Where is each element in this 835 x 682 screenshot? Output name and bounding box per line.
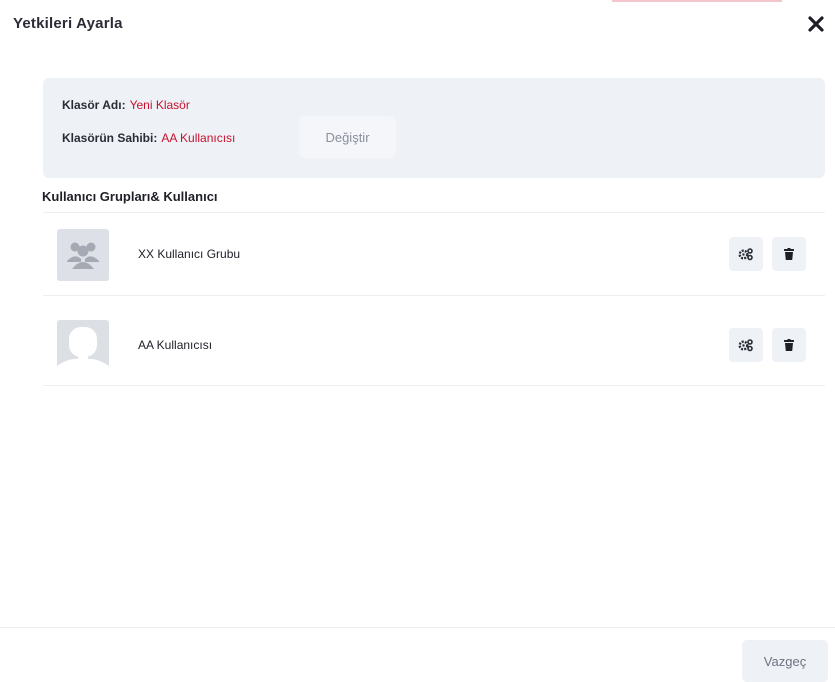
close-button[interactable] [805, 13, 827, 35]
divider [43, 212, 825, 213]
user-group-icon [57, 229, 109, 281]
footer-divider [0, 627, 835, 628]
user-placeholder-icon [57, 320, 109, 372]
list-item-group: XX Kullanıcı Grubu [43, 222, 825, 294]
entry-name: XX Kullanıcı Grubu [138, 247, 241, 261]
divider [43, 385, 825, 386]
folder-name-row: Klasör Adı: Yeni Klasör [62, 98, 190, 112]
delete-button[interactable] [772, 328, 806, 362]
folder-owner-row: Klasörün Sahibi: AA Kullanıcısı [62, 131, 235, 145]
gears-icon [738, 248, 753, 261]
delete-button[interactable] [772, 237, 806, 271]
folder-info-panel: Klasör Adı: Yeni Klasör Klasörün Sahibi: A… [43, 78, 825, 178]
cancel-button[interactable]: Vazgeç [742, 640, 828, 682]
folder-name-label: Klasör Adı: [62, 98, 126, 112]
trash-icon [784, 339, 794, 351]
entry-name: AA Kullanıcısı [138, 338, 213, 352]
modal-title: Yetkileri Ayarla [13, 15, 123, 32]
trash-icon [784, 248, 794, 260]
modal-header: Yetkileri Ayarla [0, 0, 835, 50]
list-item-user: AA Kullanıcısı [43, 313, 825, 385]
section-title: Kullanıcı Grupları& Kullanıcı [42, 189, 218, 204]
folder-owner-value: AA Kullanıcısı [161, 131, 236, 145]
folder-owner-label: Klasörün Sahibi: [62, 131, 158, 145]
permissions-modal: Yetkileri Ayarla Klasör Adı: Yeni Klasör … [0, 0, 835, 682]
change-owner-button[interactable]: Değiştir [299, 116, 396, 158]
divider [43, 295, 825, 296]
settings-button[interactable] [729, 237, 763, 271]
gears-icon [738, 339, 753, 352]
close-icon [808, 16, 824, 32]
folder-name-value: Yeni Klasör [129, 98, 190, 112]
settings-button[interactable] [729, 328, 763, 362]
